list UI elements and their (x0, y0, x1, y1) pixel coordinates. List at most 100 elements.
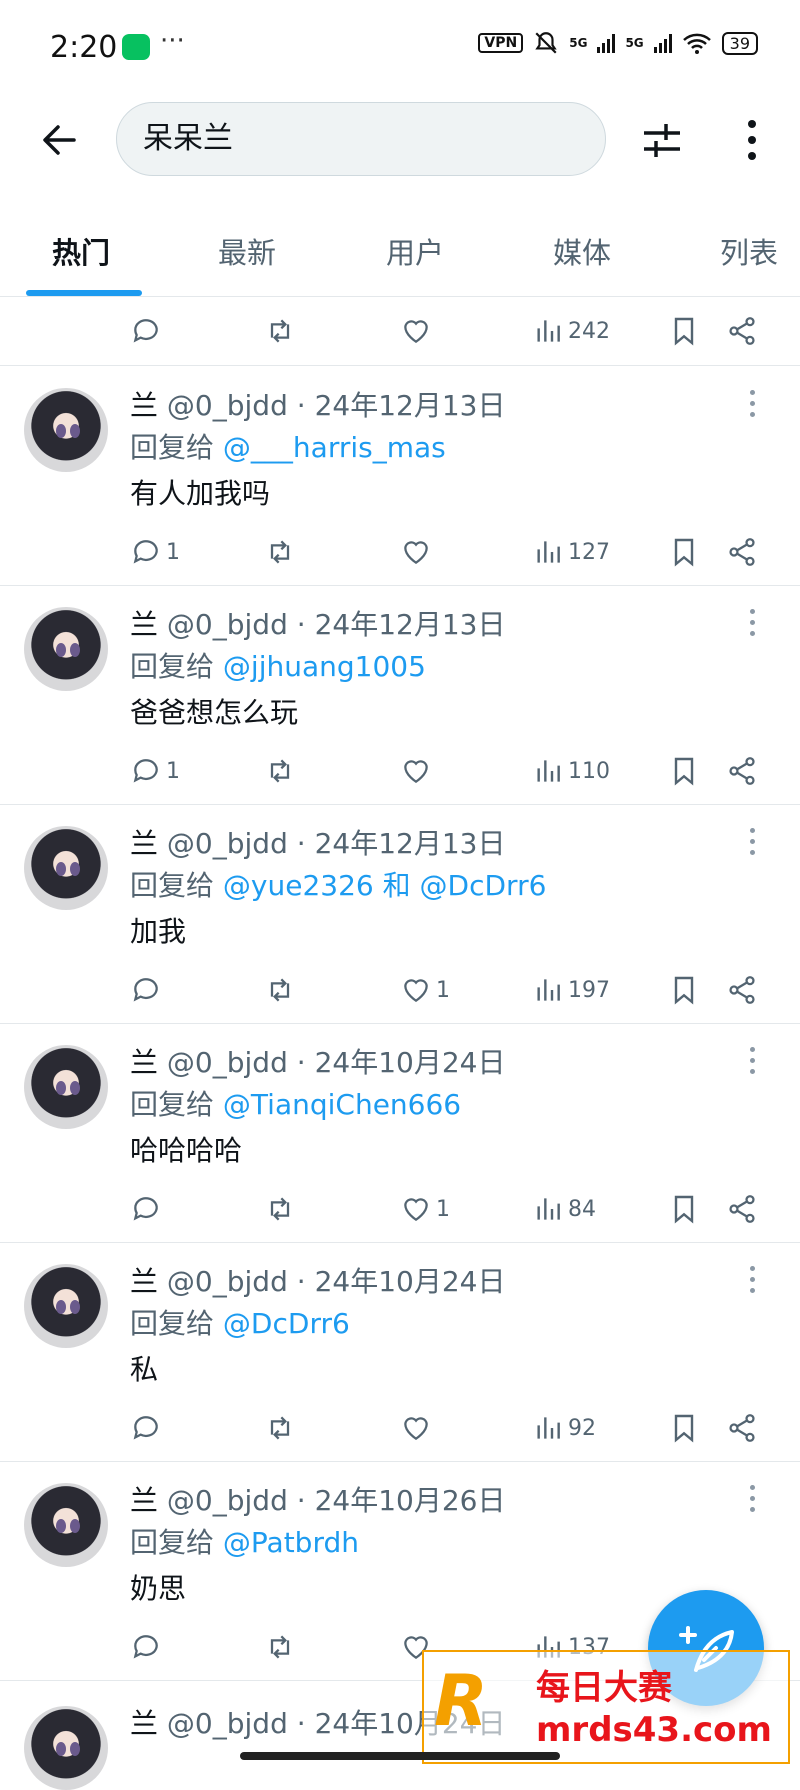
share-icon (729, 1195, 755, 1223)
reply-icon (133, 1635, 158, 1659)
watermark-logo: R (434, 1660, 488, 1742)
views-button[interactable]: 197 (532, 970, 610, 1010)
retweet-icon (270, 759, 290, 783)
bookmark-button[interactable] (668, 751, 700, 791)
tab-latest[interactable]: 最新 (218, 230, 276, 272)
tweet-item[interactable]: 兰 @0_bjdd · 24年10月24日 回复给 @TianqiChen666… (0, 1023, 800, 1243)
reply-count: 1 (166, 539, 180, 565)
heart-icon (404, 1417, 428, 1441)
reply-button[interactable]: 1 (130, 751, 180, 791)
views-button[interactable]: 84 (532, 1189, 596, 1229)
like-button[interactable] (400, 532, 436, 572)
retweet-icon (270, 319, 290, 343)
retweet-button[interactable] (264, 311, 296, 351)
reply-button[interactable] (130, 1189, 166, 1229)
retweet-button[interactable] (264, 751, 296, 791)
share-button[interactable] (726, 1408, 758, 1448)
views-button[interactable]: 92 (532, 1408, 596, 1448)
avatar[interactable] (24, 388, 108, 472)
like-button[interactable]: 1 (400, 1189, 450, 1229)
wifi-icon (682, 33, 711, 54)
share-icon (729, 757, 755, 785)
tab-media[interactable]: 媒体 (553, 230, 611, 272)
reply-button[interactable] (130, 1408, 166, 1448)
share-button[interactable] (726, 311, 758, 351)
retweet-button[interactable] (264, 1627, 296, 1667)
tweet-more-icon[interactable] (750, 1485, 756, 1515)
reply-button[interactable] (130, 970, 166, 1010)
avatar[interactable] (24, 1264, 108, 1348)
reply-button[interactable]: 1 (130, 532, 180, 572)
retweet-button[interactable] (264, 970, 296, 1010)
bookmark-button[interactable] (668, 1189, 700, 1229)
tweet-item[interactable]: 兰 @0_bjdd · 24年12月13日 回复给 @yue2326 和 @Dc… (0, 804, 800, 1024)
avatar[interactable] (24, 607, 108, 691)
share-button[interactable] (726, 751, 758, 791)
handle: @0_bjdd (166, 608, 288, 641)
search-input[interactable]: 呆呆兰 (116, 102, 606, 176)
dot-separator: · (296, 1265, 306, 1298)
tweet-more-icon[interactable] (750, 390, 756, 420)
reply-extra-handles[interactable]: 和 @DcDrr6 (383, 869, 547, 902)
avatar[interactable] (24, 826, 108, 910)
share-icon (729, 317, 755, 345)
back-arrow-icon[interactable] (36, 116, 84, 164)
reply-icon (133, 540, 158, 564)
view-count: 197 (568, 977, 610, 1003)
watermark-title: 每日大赛 (536, 1668, 672, 1708)
filter-sliders-icon[interactable] (640, 118, 684, 162)
tab-users[interactable]: 用户 (386, 230, 444, 272)
bookmark-button[interactable] (668, 970, 700, 1010)
reply-to-handle[interactable]: @jjhuang1005 (223, 650, 426, 683)
reply-button[interactable] (130, 311, 166, 351)
views-button[interactable]: 242 (532, 311, 610, 351)
reply-to-handle[interactable]: @DcDrr6 (223, 1307, 350, 1340)
reply-button[interactable] (130, 1627, 166, 1667)
like-button[interactable]: 1 (400, 970, 450, 1010)
heart-icon (404, 541, 428, 565)
tweet-item[interactable]: 兰 @0_bjdd · 24年10月24日 回复给 @DcDrr6 私 92 (0, 1242, 800, 1462)
reply-to-handle[interactable]: @Patbrdh (223, 1526, 359, 1559)
reply-icon (133, 1416, 158, 1440)
like-button[interactable] (400, 311, 436, 351)
tweet-date: 24年12月13日 (314, 389, 506, 422)
views-chart-icon (537, 320, 560, 342)
reply-to-handle[interactable]: @TianqiChen666 (223, 1088, 461, 1121)
tweet-item[interactable]: 兰 @0_bjdd · 24年12月13日 回复给 @jjhuang1005 爸… (0, 585, 800, 805)
like-button[interactable] (400, 1408, 436, 1448)
avatar[interactable] (24, 1045, 108, 1129)
tweet-actions: 1 110 (0, 751, 800, 791)
tweet-more-icon[interactable] (750, 828, 756, 858)
signal-label-2: 5G (625, 36, 644, 50)
reply-prefix: 回复给 (130, 1526, 215, 1559)
tab-hot[interactable]: 热门 (52, 230, 110, 272)
more-vertical-icon[interactable] (740, 118, 764, 162)
retweet-button[interactable] (264, 532, 296, 572)
tweet-more-icon[interactable] (750, 609, 756, 639)
dot-separator: · (296, 389, 306, 422)
bookmark-button[interactable] (668, 1408, 700, 1448)
avatar[interactable] (24, 1706, 108, 1790)
views-button[interactable]: 110 (532, 751, 610, 791)
share-icon (729, 538, 755, 566)
like-button[interactable] (400, 751, 436, 791)
share-button[interactable] (726, 970, 758, 1010)
views-button[interactable]: 127 (532, 532, 610, 572)
retweet-button[interactable] (264, 1189, 296, 1229)
reply-to-handle[interactable]: @___harris_mas (223, 431, 446, 464)
signal-label-1: 5G (569, 36, 588, 50)
vpn-badge: VPN (478, 33, 524, 53)
bookmark-button[interactable] (668, 311, 700, 351)
tab-lists[interactable]: 列表 (720, 230, 778, 272)
reply-icon (133, 978, 158, 1002)
retweet-button[interactable] (264, 1408, 296, 1448)
tweet-more-icon[interactable] (750, 1047, 756, 1077)
share-button[interactable] (726, 532, 758, 572)
avatar[interactable] (24, 1483, 108, 1567)
view-count: 110 (568, 758, 610, 784)
tweet-more-icon[interactable] (750, 1266, 756, 1296)
bookmark-button[interactable] (668, 532, 700, 572)
tweet-item[interactable]: 兰 @0_bjdd · 24年12月13日 回复给 @___harris_mas… (0, 366, 800, 586)
share-button[interactable] (726, 1189, 758, 1229)
reply-to-handle[interactable]: @yue2326 (223, 869, 374, 902)
